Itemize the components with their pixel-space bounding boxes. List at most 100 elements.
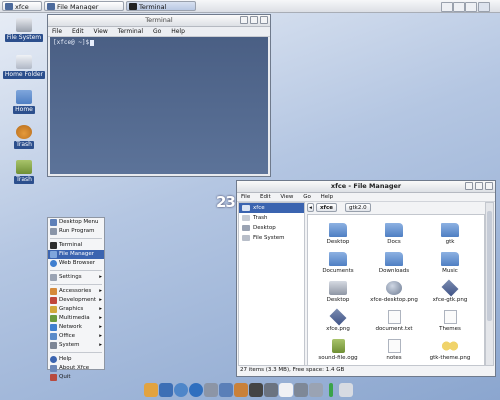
menu-edit[interactable]: Edit bbox=[260, 194, 271, 200]
menu-go[interactable]: Go bbox=[303, 194, 311, 200]
maximize-icon[interactable] bbox=[250, 16, 258, 24]
menu-item-web-browser[interactable]: Web Browser bbox=[48, 259, 104, 268]
terminal-window[interactable]: Terminal File Edit View Terminal Go Help… bbox=[47, 14, 271, 177]
terminal-titlebar[interactable]: Terminal bbox=[48, 15, 270, 27]
menu-item-run-program[interactable]: Run Program bbox=[48, 227, 104, 236]
close-icon[interactable] bbox=[260, 16, 268, 24]
file-item[interactable]: gtk bbox=[424, 223, 476, 245]
menu-view[interactable]: View bbox=[94, 28, 108, 35]
workspace-4-icon[interactable] bbox=[478, 2, 490, 12]
file-item[interactable]: xfce-gtk.png bbox=[424, 279, 476, 303]
file-item[interactable]: xfce.png bbox=[312, 308, 364, 332]
desktop-icon-home-folder[interactable]: Home Folder bbox=[2, 55, 46, 79]
menu-item-file-manager[interactable]: File Manager bbox=[48, 250, 104, 259]
taskbar-button-xfce[interactable]: xfce bbox=[2, 1, 42, 11]
path-button-home[interactable]: xfce bbox=[316, 203, 337, 212]
taskbar-button-file-manager[interactable]: File Manager bbox=[44, 1, 124, 11]
taskbar-button-terminal[interactable]: Terminal bbox=[126, 1, 196, 11]
clapper-icon[interactable] bbox=[249, 383, 263, 397]
desktop-icon-home[interactable]: Home bbox=[2, 90, 46, 114]
minimize-icon[interactable] bbox=[465, 182, 473, 190]
file-item[interactable]: Documents bbox=[312, 252, 364, 274]
menu-item-office[interactable]: Office ▸ bbox=[48, 332, 104, 341]
menu-item-about[interactable]: About Xfce bbox=[48, 364, 104, 373]
menu-item-desktop-menu[interactable]: Desktop Menu bbox=[48, 218, 104, 227]
globe-icon bbox=[386, 281, 402, 295]
desktop-icon-file-system[interactable]: File System bbox=[2, 18, 46, 42]
file-item[interactable]: notes bbox=[368, 339, 420, 361]
browser-icon[interactable] bbox=[174, 383, 188, 397]
home-icon[interactable] bbox=[144, 383, 158, 397]
menu-terminal[interactable]: Terminal bbox=[118, 28, 143, 35]
close-icon[interactable] bbox=[485, 182, 493, 190]
file-item[interactable]: Music bbox=[424, 252, 476, 274]
menu-help[interactable]: Help bbox=[171, 28, 185, 35]
menu-item-network[interactable]: Network ▸ bbox=[48, 323, 104, 332]
workspace-1-icon[interactable] bbox=[441, 2, 453, 12]
document-icon[interactable] bbox=[279, 383, 293, 397]
battery-icon[interactable] bbox=[329, 383, 333, 397]
menu-edit[interactable]: Edit bbox=[72, 28, 84, 35]
menu-item-quit[interactable]: Quit bbox=[48, 373, 104, 382]
menu-item-accessories[interactable]: Accessories ▸ bbox=[48, 287, 104, 296]
home-icon bbox=[242, 205, 250, 211]
window-icon bbox=[5, 3, 13, 10]
vertical-scrollbar[interactable] bbox=[485, 202, 494, 366]
sidebar-item-file-system[interactable]: File System bbox=[239, 233, 304, 243]
menu-item-graphics[interactable]: Graphics ▸ bbox=[48, 305, 104, 314]
file-item[interactable]: gtk-theme.png bbox=[424, 339, 476, 361]
menu-item-label: Desktop Menu bbox=[59, 219, 99, 225]
calculator-icon[interactable] bbox=[264, 383, 278, 397]
file-icon-view[interactable]: Desktop Docs gtk Documents Downloads Music Des… bbox=[307, 214, 485, 366]
drive-icon bbox=[329, 281, 347, 295]
workspace-3-icon[interactable] bbox=[465, 2, 477, 12]
apps-icon[interactable] bbox=[309, 383, 323, 397]
menu-item-help[interactable]: Help bbox=[48, 355, 104, 364]
file-item[interactable]: Desktop bbox=[312, 223, 364, 245]
image-icon[interactable] bbox=[234, 383, 248, 397]
trash-icon bbox=[16, 125, 32, 139]
file-item[interactable]: Desktop bbox=[312, 281, 364, 303]
path-button-subfolder[interactable]: gtk2.0 bbox=[345, 203, 371, 212]
file-item[interactable]: Downloads bbox=[368, 252, 420, 274]
menu-file[interactable]: File bbox=[52, 28, 62, 35]
desktop-icon-trash-2[interactable]: Trash bbox=[2, 160, 46, 184]
menu-item-settings[interactable]: Settings ▸ bbox=[48, 273, 104, 282]
file-item[interactable]: xfce-desktop.png bbox=[368, 281, 420, 303]
menu-help[interactable]: Help bbox=[321, 194, 334, 200]
maximize-icon[interactable] bbox=[475, 182, 483, 190]
accessories-icon bbox=[50, 288, 57, 295]
file-item-label: Downloads bbox=[378, 268, 410, 274]
menu-view[interactable]: View bbox=[280, 194, 293, 200]
sidebar-item-desktop[interactable]: Desktop bbox=[239, 223, 304, 233]
menu-item-terminal[interactable]: Terminal bbox=[48, 241, 104, 250]
sidebar-item-label: Desktop bbox=[253, 225, 276, 231]
monitor-icon[interactable] bbox=[294, 383, 308, 397]
menu-item-multimedia[interactable]: Multimedia ▸ bbox=[48, 314, 104, 323]
settings-icon[interactable] bbox=[204, 383, 218, 397]
desktop-icon-trash[interactable]: Trash bbox=[2, 125, 46, 149]
file-manager-titlebar[interactable]: xfce - File Manager bbox=[237, 181, 495, 193]
menu-item-development[interactable]: Development ▸ bbox=[48, 296, 104, 305]
path-back-arrow-icon[interactable]: ◂ bbox=[307, 203, 314, 212]
sidebar-item-trash[interactable]: Trash bbox=[239, 213, 304, 223]
globe-icon[interactable] bbox=[189, 383, 203, 397]
workspace-2-icon[interactable] bbox=[453, 2, 465, 12]
file-item[interactable]: sound-file.ogg bbox=[312, 339, 364, 361]
volume-icon[interactable] bbox=[339, 383, 353, 397]
file-item[interactable]: Themes bbox=[424, 310, 476, 332]
menu-item-system[interactable]: System ▸ bbox=[48, 341, 104, 350]
menu-go[interactable]: Go bbox=[153, 28, 161, 35]
terminal-icon[interactable] bbox=[159, 383, 173, 397]
sidebar-item-home[interactable]: xfce bbox=[239, 203, 304, 213]
menu-file[interactable]: File bbox=[241, 194, 250, 200]
top-panel: xfce File Manager Terminal bbox=[0, 0, 500, 13]
terminal-screen[interactable]: [xfce@ ~]$ bbox=[50, 37, 268, 174]
mail-icon[interactable] bbox=[219, 383, 233, 397]
file-item[interactable]: document.txt bbox=[368, 310, 420, 332]
window-title: Terminal bbox=[145, 16, 173, 24]
scrollbar-thumb[interactable] bbox=[487, 211, 492, 321]
file-item[interactable]: Docs bbox=[368, 223, 420, 245]
file-manager-window[interactable]: xfce - File Manager File Edit View Go He… bbox=[236, 180, 496, 377]
minimize-icon[interactable] bbox=[240, 16, 248, 24]
